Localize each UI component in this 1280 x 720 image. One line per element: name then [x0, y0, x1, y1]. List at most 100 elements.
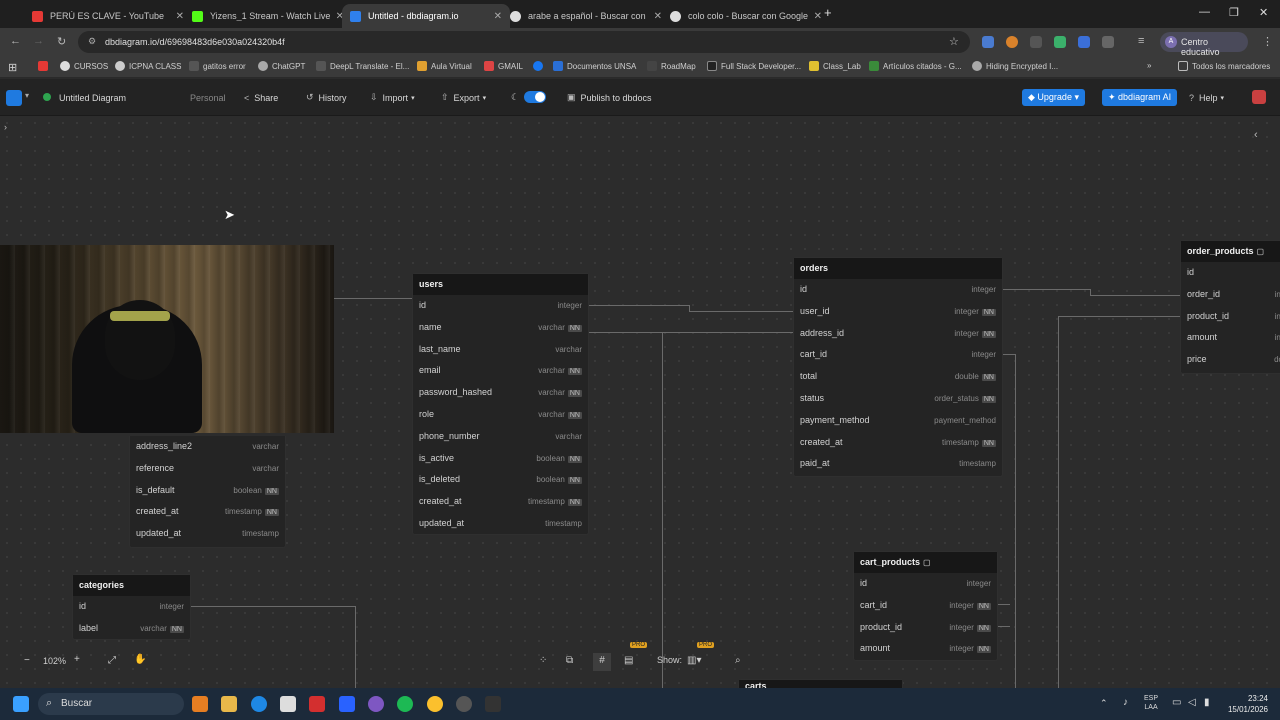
bookmark-icpna[interactable]: ICPNA CLASS	[115, 61, 181, 71]
bookmark-gatitos[interactable]: gatitos error	[189, 61, 246, 71]
reload-icon[interactable]: ↻	[57, 35, 66, 48]
close-icon[interactable]: ✕	[654, 11, 662, 22]
bookmark-youtube[interactable]	[38, 61, 52, 71]
tab-dbdiagram[interactable]: Untitled - dbdiagram.io ✕	[342, 4, 510, 28]
microphone-icon[interactable]: ♪	[1123, 697, 1128, 708]
dbdiagram-ai-button[interactable]: ✦ dbdiagram AI	[1102, 89, 1178, 106]
table-header[interactable]: order_products ▢	[1181, 241, 1280, 262]
forward-icon[interactable]: →	[33, 35, 44, 47]
taskbar-search[interactable]: ⌕ Buscar	[38, 693, 184, 715]
table-header[interactable]: orders	[794, 258, 1002, 279]
puzzle-extensions-icon[interactable]	[1102, 36, 1114, 48]
bookmark-articulos[interactable]: Artículos citados - G...	[869, 61, 962, 71]
doc-title[interactable]: Untitled Diagram	[59, 89, 126, 106]
bookmark-unsa[interactable]: Documentos UNSA	[553, 61, 636, 71]
chevron-down-icon[interactable]: ▾	[25, 91, 29, 100]
media-controls-icon[interactable]: ≡	[1138, 35, 1144, 47]
window-close-icon[interactable]: ✕	[1259, 6, 1268, 19]
maximize-icon[interactable]: ❐	[1229, 6, 1239, 19]
bookmark-star-icon[interactable]: ☆	[949, 35, 959, 48]
grid-icon[interactable]: #	[593, 653, 611, 671]
table-row[interactable]: paid_at timestamp	[794, 453, 1002, 475]
note-tool-icon[interactable]: ▤	[624, 655, 633, 666]
table-categories[interactable]: categories id integer label varchar NN	[72, 574, 191, 640]
bookmark-deepl[interactable]: DeepL Translate - El...	[316, 61, 409, 71]
hand-tool-icon[interactable]: ✋	[134, 654, 146, 665]
table-row[interactable]: id integer	[794, 279, 1002, 301]
table-header[interactable]: categories	[73, 575, 190, 596]
fit-view-icon[interactable]: ⤢	[108, 655, 116, 666]
spotify-icon[interactable]	[397, 696, 413, 712]
extension-icon[interactable]	[1006, 36, 1018, 48]
table-row[interactable]: is_active boolean NN	[413, 448, 588, 470]
table-row[interactable]: total double NN	[794, 366, 1002, 388]
table-row[interactable]: status order_status NN	[794, 388, 1002, 410]
chrome-icon[interactable]	[427, 696, 443, 712]
table-row[interactable]: user_id integer NN	[794, 301, 1002, 323]
table-row[interactable]: address_id integer NN	[794, 323, 1002, 345]
close-icon[interactable]: ✕	[814, 11, 822, 22]
table-row[interactable]: created_at timestamp NN	[130, 501, 285, 523]
table-row[interactable]: password_hashed varchar NN	[413, 382, 588, 404]
app-l-icon[interactable]	[309, 696, 325, 712]
zoom-level[interactable]: 102%	[43, 656, 66, 666]
vscode-icon[interactable]	[339, 696, 355, 712]
help-button[interactable]: ? Help ▾	[1189, 89, 1224, 106]
battery-icon[interactable]: ▮	[1204, 697, 1210, 708]
minimize-icon[interactable]: —	[1199, 6, 1210, 18]
table-row[interactable]: name varchar NN	[413, 317, 588, 339]
table-row[interactable]: order_id int	[1181, 284, 1280, 306]
table-addresses[interactable]: address_line2 varchar reference varchar is_d…	[129, 436, 286, 548]
extension-icon[interactable]	[1078, 36, 1090, 48]
bookmark-chatgpt[interactable]: ChatGPT	[258, 61, 305, 71]
layout-icon[interactable]: ⧉	[566, 655, 573, 666]
table-header[interactable]: users	[413, 274, 588, 295]
table-row[interactable]: email varchar NN	[413, 360, 588, 382]
search-icon[interactable]: ⌕	[735, 655, 741, 666]
bookmark-hiding[interactable]: Hiding Encrypted I...	[972, 61, 1058, 71]
import-button[interactable]: ⇩ Import ▾	[370, 89, 415, 106]
edge-icon[interactable]	[251, 696, 267, 712]
table-row[interactable]: id integer	[854, 573, 997, 595]
all-bookmarks[interactable]: Todos los marcadores	[1178, 61, 1270, 71]
dbdiagram-logo-icon[interactable]	[6, 90, 22, 106]
table-carts[interactable]: carts	[738, 679, 903, 688]
collapse-panel-icon[interactable]: ‹	[1254, 129, 1258, 141]
publish-button[interactable]: ▣ Publish to dbdocs	[567, 89, 652, 106]
url-field[interactable]: ⚙ dbdiagram.io/d/69698483d6e030a024320b4…	[78, 31, 970, 53]
table-row[interactable]: last_name varchar	[413, 339, 588, 361]
table-row[interactable]: created_at timestamp NN	[794, 432, 1002, 454]
auto-arrange-icon[interactable]: ⁘	[539, 655, 547, 666]
table-row[interactable]: product_id integer NN	[854, 617, 997, 639]
table-row[interactable]: reference varchar	[130, 458, 285, 480]
tab-google-arabe[interactable]: arabe a español - Buscar con G ✕	[502, 4, 670, 28]
apps-grid-icon[interactable]: ⊞	[8, 61, 17, 74]
close-icon[interactable]: ✕	[494, 11, 502, 22]
table-users[interactable]: users id integer name varchar NN last_name var…	[412, 273, 589, 535]
network-icon[interactable]: ▭	[1172, 697, 1181, 708]
table-row[interactable]: address_line2 varchar	[130, 436, 285, 458]
zoom-out-button[interactable]: −	[24, 655, 30, 666]
shield-extension-icon[interactable]	[1054, 36, 1066, 48]
github-icon[interactable]	[456, 696, 472, 712]
bookmark-gmail[interactable]: GMAIL	[484, 61, 523, 71]
bookmark-fullstack[interactable]: Full Stack Developer...	[707, 61, 801, 71]
table-cart-products[interactable]: cart_products ▢ id integer cart_id integer NN…	[853, 551, 998, 661]
tab-youtube[interactable]: PERÚ ES CLAVE - YouTube ✕	[24, 4, 192, 28]
tab-google-colo[interactable]: colo colo - Buscar con Google ✕	[662, 4, 830, 28]
windows-start-icon[interactable]	[13, 696, 29, 712]
table-row[interactable]: product_id int	[1181, 306, 1280, 328]
extension-icon[interactable]	[1030, 36, 1042, 48]
share-button[interactable]: < Share	[244, 89, 278, 106]
copilot-icon[interactable]	[192, 696, 208, 712]
bookmark-aula[interactable]: Aula Virtual	[417, 61, 472, 71]
table-order-products[interactable]: order_products▢ idorder_idintproduct_idi…	[1180, 240, 1280, 374]
file-explorer-icon[interactable]	[221, 696, 237, 712]
browser-menu-icon[interactable]: ⋮	[1262, 35, 1273, 48]
user-avatar[interactable]	[1252, 90, 1266, 104]
bookmark-classlab[interactable]: Class_Lab	[809, 61, 861, 71]
more-bookmarks-icon[interactable]: »	[1147, 61, 1151, 70]
show-options-icon[interactable]: ▥▾	[687, 655, 701, 666]
table-row[interactable]: updated_at timestamp	[413, 513, 588, 535]
discord-icon[interactable]	[368, 696, 384, 712]
